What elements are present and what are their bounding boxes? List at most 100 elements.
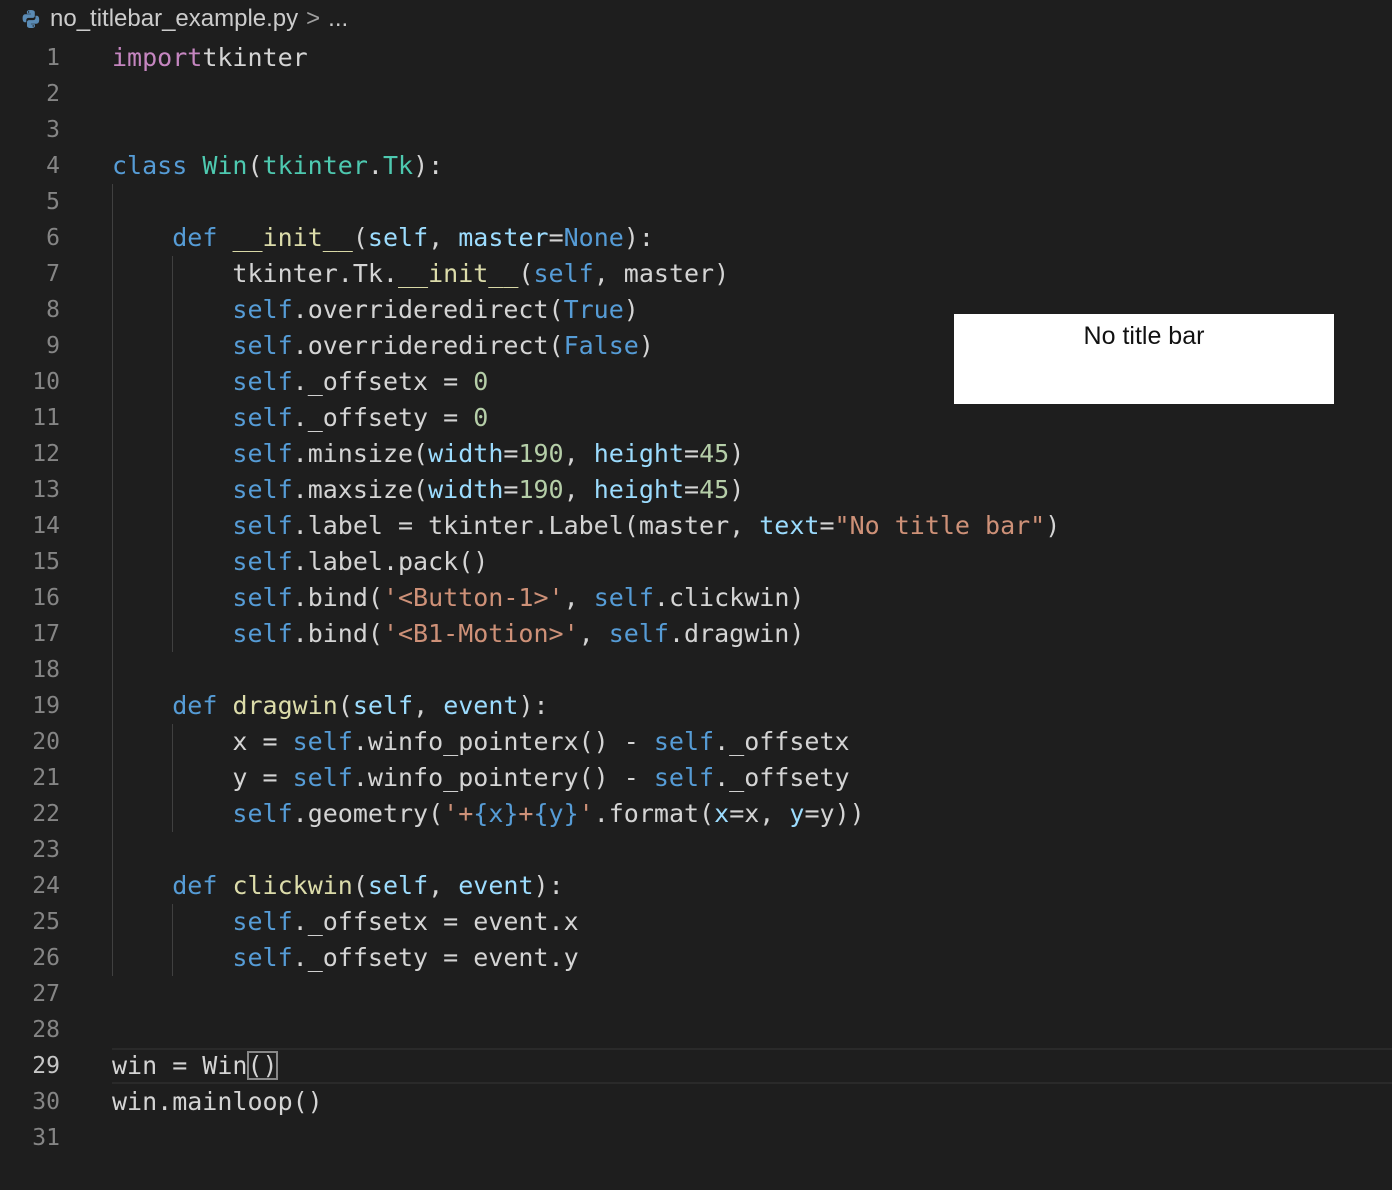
line-number: 13 xyxy=(32,477,60,503)
code-line[interactable]: 12 self.minsize(width=190, height=45) xyxy=(0,436,1392,472)
code-text: def dragwin(self, event): xyxy=(112,688,549,724)
code-text: self.overrideredirect(True) xyxy=(112,292,639,328)
code-token: win = Win xyxy=(112,1051,248,1080)
code-token: ) xyxy=(729,439,745,468)
code-token: None xyxy=(563,223,624,252)
line-number: 31 xyxy=(32,1125,60,1151)
breadcrumb-ellipsis[interactable]: ... xyxy=(328,5,348,33)
code-token: = xyxy=(503,475,519,504)
code-line[interactable]: 7 tkinter.Tk.__init__(self, master) xyxy=(0,256,1392,292)
code-line[interactable]: 14 self.label = tkinter.Label(master, te… xyxy=(0,508,1392,544)
code-token: self xyxy=(653,763,715,792)
code-text: self.label.pack() xyxy=(112,544,488,580)
code-line[interactable]: 21 y = self.winfo_pointery() - self._off… xyxy=(0,760,1392,796)
code-line[interactable]: 16 self.bind('<Button-1>', self.clickwin… xyxy=(0,580,1392,616)
code-line[interactable]: 28 xyxy=(0,1012,1392,1048)
code-line[interactable]: 26 self._offsety = event.y xyxy=(0,940,1392,976)
code-token: , xyxy=(563,475,594,504)
code-line[interactable]: 11 self._offsety = 0 xyxy=(0,400,1392,436)
code-token: + xyxy=(518,799,534,828)
tk-window-preview[interactable]: No title bar xyxy=(954,314,1334,404)
code-token: self xyxy=(593,583,654,612)
code-line[interactable]: 31 xyxy=(0,1120,1392,1156)
code-line[interactable]: 18 xyxy=(0,652,1392,688)
code-text: self.bind('<B1-Motion>', self.dragwin) xyxy=(112,616,804,652)
code-token: ( xyxy=(352,223,368,252)
code-token: ): xyxy=(518,691,549,720)
code-line[interactable]: 23 xyxy=(0,832,1392,868)
code-line[interactable]: 15 self.label.pack() xyxy=(0,544,1392,580)
code-text: self.overrideredirect(False) xyxy=(112,328,653,364)
breadcrumb-filename[interactable]: no_titlebar_example.py xyxy=(50,5,298,33)
code-token: .geometry( xyxy=(292,799,444,828)
line-number: 14 xyxy=(32,513,60,539)
code-token: ) xyxy=(1045,511,1061,540)
code-token: self xyxy=(232,403,293,432)
code-token: '<Button-1>' xyxy=(382,583,564,612)
code-token: height xyxy=(593,439,685,468)
code-token: () xyxy=(247,1051,278,1080)
code-token: self xyxy=(608,619,669,648)
code-token: , xyxy=(428,871,459,900)
code-line[interactable]: 29 win = Win() xyxy=(0,1048,1392,1084)
code-token: .label = tkinter.Label(master, xyxy=(292,511,760,540)
code-line[interactable]: 6 def __init__(self, master=None): xyxy=(0,220,1392,256)
code-line[interactable]: 13 self.maxsize(width=190, height=45) xyxy=(0,472,1392,508)
code-token: ): xyxy=(533,871,564,900)
code-line[interactable]: 3 xyxy=(0,112,1392,148)
code-line[interactable]: 5 xyxy=(0,184,1392,220)
code-text: tkinter.Tk.__init__(self, master) xyxy=(112,256,729,292)
code-line[interactable]: 4 class Win(tkinter.Tk): xyxy=(0,148,1392,184)
code-token: .label.pack() xyxy=(292,547,489,576)
code-text: win.mainloop() xyxy=(112,1084,323,1120)
code-line[interactable]: 20 x = self.winfo_pointerx() - self._off… xyxy=(0,724,1392,760)
line-number: 26 xyxy=(32,945,60,971)
code-token: .winfo_pointery() - xyxy=(352,763,654,792)
code-token: = xyxy=(548,223,564,252)
code-text: y = self.winfo_pointery() - self._offset… xyxy=(112,760,849,796)
code-token: 0 xyxy=(473,403,489,432)
code-text: importtkinter xyxy=(112,40,308,76)
code-token: '+ xyxy=(443,799,474,828)
code-token: ) xyxy=(623,295,639,324)
line-number: 8 xyxy=(46,297,60,323)
code-token: width xyxy=(428,475,504,504)
line-number: 9 xyxy=(46,333,60,359)
code-token: event xyxy=(443,691,519,720)
code-line[interactable]: 19 def dragwin(self, event): xyxy=(0,688,1392,724)
code-token: tkinter xyxy=(262,151,368,180)
indent-guide xyxy=(112,184,113,976)
code-line[interactable]: 25 self._offsetx = event.x xyxy=(0,904,1392,940)
code-token: ( xyxy=(247,151,263,180)
line-number: 15 xyxy=(32,549,60,575)
code-token: .dragwin) xyxy=(668,619,805,648)
code-token: '<B1-Motion>' xyxy=(382,619,579,648)
code-token: master xyxy=(458,223,549,252)
code-text: self._offsety = event.y xyxy=(112,940,578,976)
line-number: 3 xyxy=(46,117,60,143)
code-token: clickwin xyxy=(232,871,353,900)
code-token: ( xyxy=(337,691,353,720)
code-line[interactable]: 2 xyxy=(0,76,1392,112)
code-line[interactable]: 30 win.mainloop() xyxy=(0,1084,1392,1120)
code-token: dragwin xyxy=(232,691,338,720)
code-token: self xyxy=(232,367,293,396)
code-token: self xyxy=(232,295,293,324)
code-line[interactable]: 24 def clickwin(self, event): xyxy=(0,868,1392,904)
code-token: False xyxy=(563,331,639,360)
code-editor[interactable]: 1 importtkinter 2 3 4 class Win(tkinter.Tk): 5… xyxy=(0,40,1392,1156)
line-number: 30 xyxy=(32,1089,60,1115)
code-token: height xyxy=(593,475,685,504)
line-number: 22 xyxy=(32,801,60,827)
code-line[interactable]: 1 importtkinter xyxy=(0,40,1392,76)
code-token: . xyxy=(367,151,383,180)
code-line[interactable]: 27 xyxy=(0,976,1392,1012)
line-number: 7 xyxy=(46,261,60,287)
code-line[interactable]: 17 self.bind('<B1-Motion>', self.dragwin… xyxy=(0,616,1392,652)
code-line[interactable]: 22 self.geometry('+{x}+{y}'.format(x=x, … xyxy=(0,796,1392,832)
code-text: self.maxsize(width=190, height=45) xyxy=(112,472,744,508)
code-token: = xyxy=(684,475,700,504)
code-token: , master) xyxy=(593,259,730,288)
code-text: def __init__(self, master=None): xyxy=(112,220,654,256)
code-token: 45 xyxy=(699,475,730,504)
